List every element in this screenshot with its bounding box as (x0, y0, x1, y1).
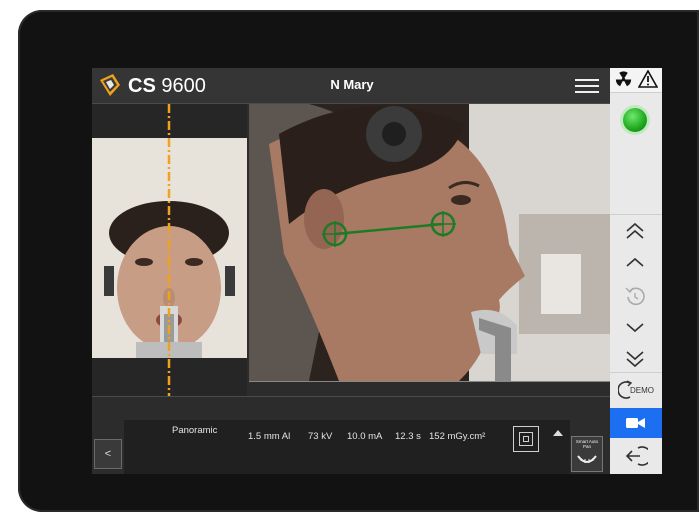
top-bar: CS 9600 N Mary (92, 68, 610, 104)
demo-label: DEMO (630, 386, 654, 395)
demo-button[interactable]: DEMO (610, 374, 662, 406)
brand-label: CS (128, 75, 156, 97)
profile-face-image (249, 104, 610, 381)
smart-auto-pan-button[interactable]: Smart Auto Pan (571, 436, 603, 472)
ready-light-icon (623, 108, 647, 132)
patient-name: N Mary (330, 77, 374, 92)
current-value[interactable]: 10.0 mA (347, 431, 382, 442)
back-button[interactable]: < (94, 439, 122, 469)
right-control-panel: DEMO (610, 68, 662, 474)
move-down-button[interactable] (610, 312, 662, 342)
chevron-down-icon (626, 323, 644, 333)
hamburger-menu-icon[interactable] (575, 79, 599, 93)
reset-position-button[interactable] (610, 280, 662, 310)
program-label[interactable]: Panoramic (172, 425, 217, 436)
move-up-fast-button[interactable] (610, 216, 662, 246)
tablet-frame: CS 9600 N Mary < Panoramic 1.5 mm Al 73 … (18, 10, 699, 512)
exit-button[interactable] (610, 440, 662, 472)
time-value: 12.3 s (395, 431, 421, 442)
warning-icon[interactable] (638, 70, 658, 88)
reset-position-icon (625, 287, 645, 306)
product-name: CS 9600 (128, 75, 206, 98)
filter-value: 1.5 mm Al (248, 431, 291, 442)
application-screen: CS 9600 N Mary < Panoramic 1.5 mm Al 73 … (92, 68, 662, 474)
status-icons (610, 68, 662, 93)
midsagittal-alignment-line (167, 104, 171, 396)
expand-caret-icon[interactable] (553, 430, 563, 436)
dose-value: 152 mGy.cm² (429, 431, 486, 442)
double-chevron-up-icon (626, 222, 644, 239)
jaw-icon (577, 455, 597, 463)
radiation-icon (615, 71, 632, 87)
voltage-value[interactable]: 73 kV (308, 431, 332, 442)
exit-icon (625, 446, 648, 466)
video-camera-icon (626, 418, 645, 428)
frontal-camera-view (92, 104, 247, 396)
panoramic-mode-icon[interactable] (513, 426, 539, 452)
model-label: 9600 (161, 75, 206, 97)
move-up-button[interactable] (610, 248, 662, 278)
profile-camera-view (249, 104, 610, 382)
double-chevron-down-icon (626, 351, 644, 368)
smart-auto-pan-label: Smart Auto Pan (575, 439, 599, 449)
chevron-up-icon (626, 257, 644, 267)
cs-logo-icon (100, 74, 120, 96)
camera-button[interactable] (610, 408, 662, 438)
move-down-fast-button[interactable] (610, 344, 662, 374)
